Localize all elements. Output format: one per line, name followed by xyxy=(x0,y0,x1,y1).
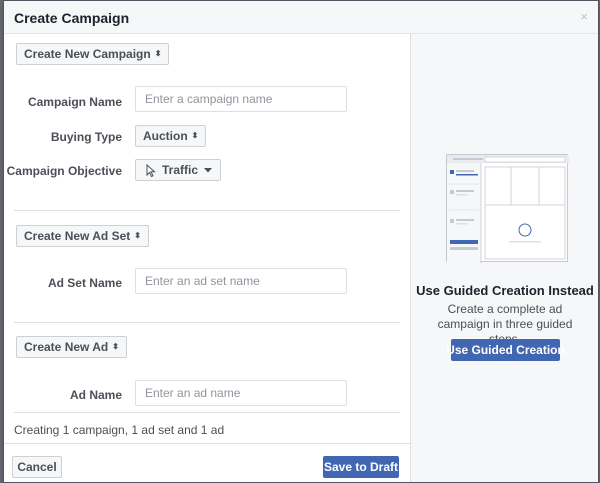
buying-type-label: Buying Type xyxy=(50,130,122,144)
caret-down-icon xyxy=(204,167,213,172)
campaign-name-label: Campaign Name xyxy=(27,95,122,109)
section-divider xyxy=(14,322,400,323)
cancel-button[interactable]: Cancel xyxy=(12,456,62,478)
section-divider xyxy=(14,412,400,413)
campaign-objective-label: Campaign Objective xyxy=(6,164,122,178)
campaign-objective-value: Traffic xyxy=(162,163,199,177)
buying-type-select[interactable]: Auction ⬍ xyxy=(135,125,207,147)
updown-icon: ⬍ xyxy=(154,49,162,58)
ad-selector-label: Create New Ad xyxy=(24,340,109,354)
section-divider xyxy=(14,210,400,211)
campaign-objective-select[interactable]: Traffic xyxy=(135,159,222,181)
creation-summary: Creating 1 campaign, 1 ad set and 1 ad xyxy=(14,423,225,437)
updown-icon: ⬍ xyxy=(112,342,119,351)
buying-type-value: Auction xyxy=(143,129,188,143)
guided-creation-panel: Use Guided Creation Instead Create a com… xyxy=(410,34,598,482)
guided-creation-illustration xyxy=(446,154,569,263)
ad-set-name-label: Ad Set Name xyxy=(47,276,122,290)
form-panel: Create New Campaign ⬍ Campaign Name Buyi… xyxy=(4,34,410,482)
campaign-selector-button[interactable]: Create New Campaign ⬍ xyxy=(16,43,170,65)
save-to-draft-button[interactable]: Save to Draft xyxy=(323,456,399,478)
footer-divider xyxy=(4,443,410,444)
campaign-name-input[interactable] xyxy=(135,86,347,112)
create-campaign-dialog: Create Campaign × Create New Campaign ⬍ … xyxy=(3,0,599,483)
ad-name-label: Ad Name xyxy=(69,388,122,402)
ad-name-input[interactable] xyxy=(135,380,347,406)
ad-set-selector-button[interactable]: Create New Ad Set ⬍ xyxy=(16,225,149,247)
ad-set-selector-label: Create New Ad Set xyxy=(24,229,131,243)
close-icon[interactable]: × xyxy=(580,10,588,24)
cursor-icon xyxy=(146,163,156,177)
updown-icon: ⬍ xyxy=(191,131,199,140)
illustration-graphic xyxy=(447,155,569,263)
dialog-header: Create Campaign × xyxy=(4,1,598,34)
dialog-title: Create Campaign xyxy=(14,10,130,26)
ad-set-name-input[interactable] xyxy=(135,268,347,294)
ad-selector-button[interactable]: Create New Ad ⬍ xyxy=(16,336,127,358)
use-guided-creation-button[interactable]: Use Guided Creation xyxy=(446,339,565,361)
updown-icon: ⬍ xyxy=(134,231,141,240)
guided-creation-title: Use Guided Creation Instead xyxy=(416,283,594,298)
campaign-selector-label: Create New Campaign xyxy=(24,47,151,61)
